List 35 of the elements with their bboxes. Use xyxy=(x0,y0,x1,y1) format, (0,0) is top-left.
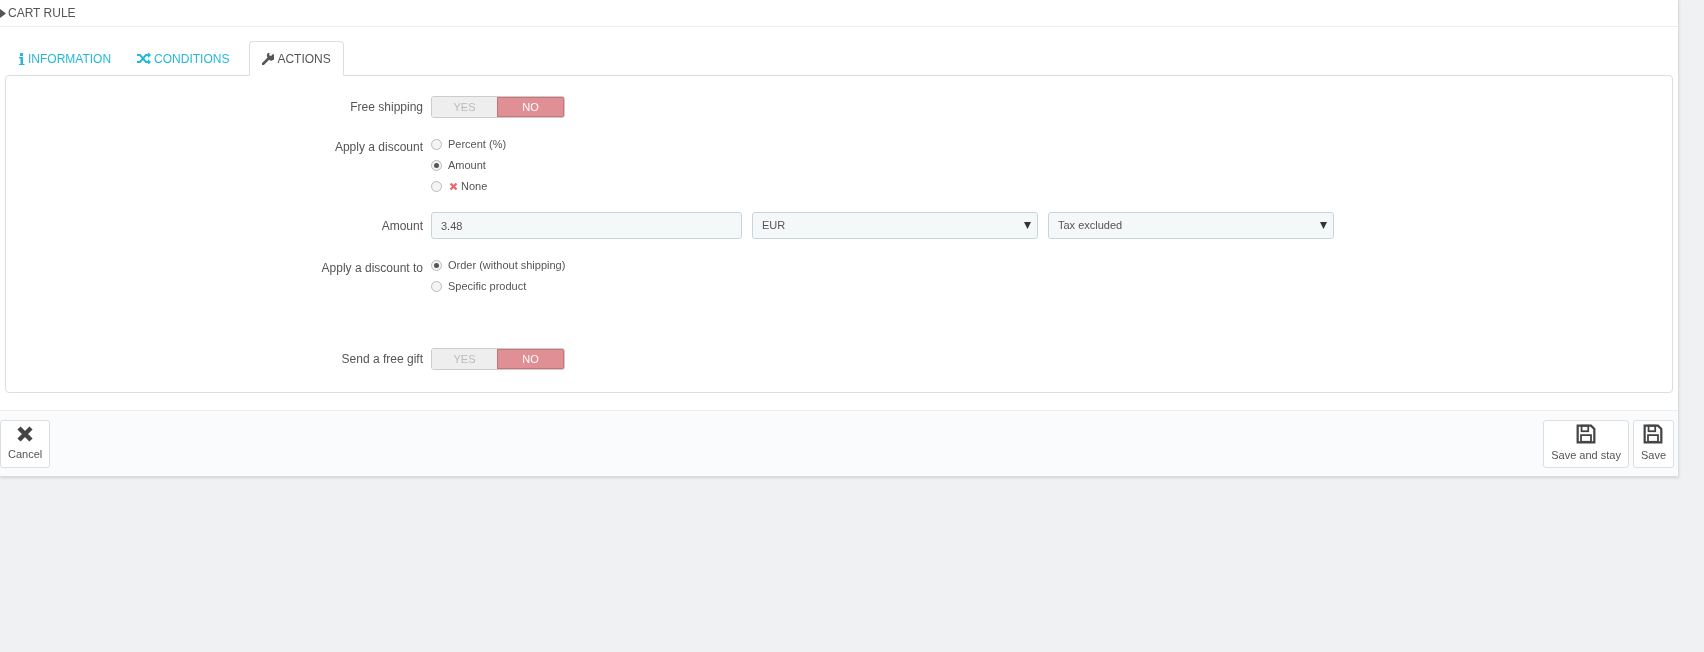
switch-option[interactable]: NO xyxy=(497,349,564,369)
tab[interactable]: ACTIONS xyxy=(249,41,344,76)
footer-button[interactable]: Cancel xyxy=(0,419,51,468)
close-icon xyxy=(449,181,458,191)
radio-button[interactable] xyxy=(431,159,442,171)
radio-label: Percent (%) xyxy=(448,136,507,152)
radio-label: None xyxy=(461,178,488,194)
footer-button[interactable]: Save and stay xyxy=(1543,419,1629,468)
amount-field[interactable]: 3.48 xyxy=(431,212,742,239)
tab[interactable]: INFORMATION xyxy=(7,41,124,76)
radio-button[interactable] xyxy=(431,180,442,192)
info-icon xyxy=(19,52,25,65)
caret-down-icon xyxy=(1320,222,1327,229)
field-label: Send a free gift xyxy=(340,351,424,368)
radio-button[interactable] xyxy=(431,280,442,292)
dropdown[interactable]: Tax excluded xyxy=(1048,212,1334,239)
radio-label: Specific product xyxy=(448,278,527,294)
shuffle-icon xyxy=(137,53,152,64)
panel-title: CART RULE xyxy=(8,5,76,22)
switch-option[interactable]: NO xyxy=(497,97,564,117)
radio-button[interactable] xyxy=(431,259,442,271)
field-label: Apply a discount xyxy=(333,139,424,156)
field-label: Apply a discount to xyxy=(320,260,424,277)
footer-button[interactable]: Save xyxy=(1632,419,1674,468)
caret-icon xyxy=(0,8,6,18)
radio-label: Amount xyxy=(448,157,486,173)
close-icon xyxy=(16,424,35,443)
tab[interactable]: CONDITIONS xyxy=(125,41,242,76)
field-label: Free shipping xyxy=(349,99,424,116)
radio-button[interactable] xyxy=(431,138,442,150)
field-label: Amount xyxy=(380,218,424,235)
dropdown[interactable]: EUR xyxy=(752,212,1038,239)
radio-label: Order (without shipping) xyxy=(448,257,566,273)
wrench-icon xyxy=(262,52,275,65)
caret-down-icon xyxy=(1024,222,1031,229)
